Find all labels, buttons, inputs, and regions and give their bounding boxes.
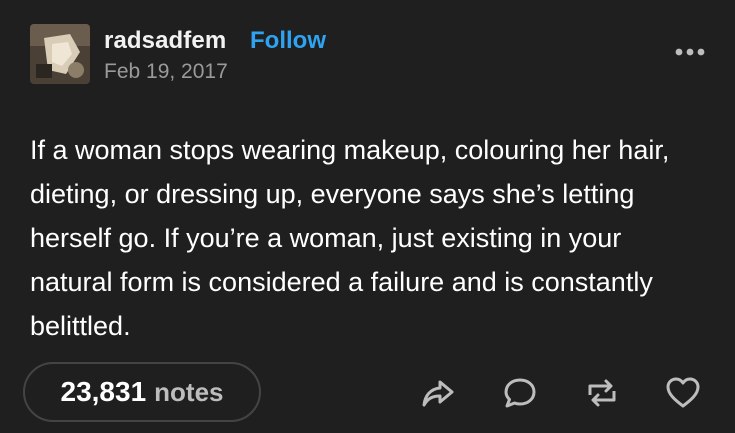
share-icon[interactable] bbox=[420, 375, 456, 411]
reblog-icon[interactable] bbox=[584, 375, 620, 411]
post-date: Feb 19, 2017 bbox=[104, 60, 228, 83]
more-horizontal-icon[interactable] bbox=[672, 42, 708, 62]
notes-count: 23,831 bbox=[60, 376, 147, 407]
heart-icon[interactable] bbox=[665, 375, 701, 411]
reply-icon[interactable] bbox=[502, 375, 538, 411]
follow-button[interactable]: Follow bbox=[250, 27, 326, 55]
notes-button[interactable]: 23,831 notes bbox=[23, 362, 261, 422]
post-card: radsadfem Follow Feb 19, 2017 If a woman… bbox=[0, 0, 735, 433]
avatar[interactable] bbox=[30, 24, 90, 84]
notes-label: notes bbox=[154, 376, 224, 407]
username[interactable]: radsadfem bbox=[104, 27, 226, 55]
post-body: If a woman stops wearing makeup, colouri… bbox=[30, 135, 670, 341]
